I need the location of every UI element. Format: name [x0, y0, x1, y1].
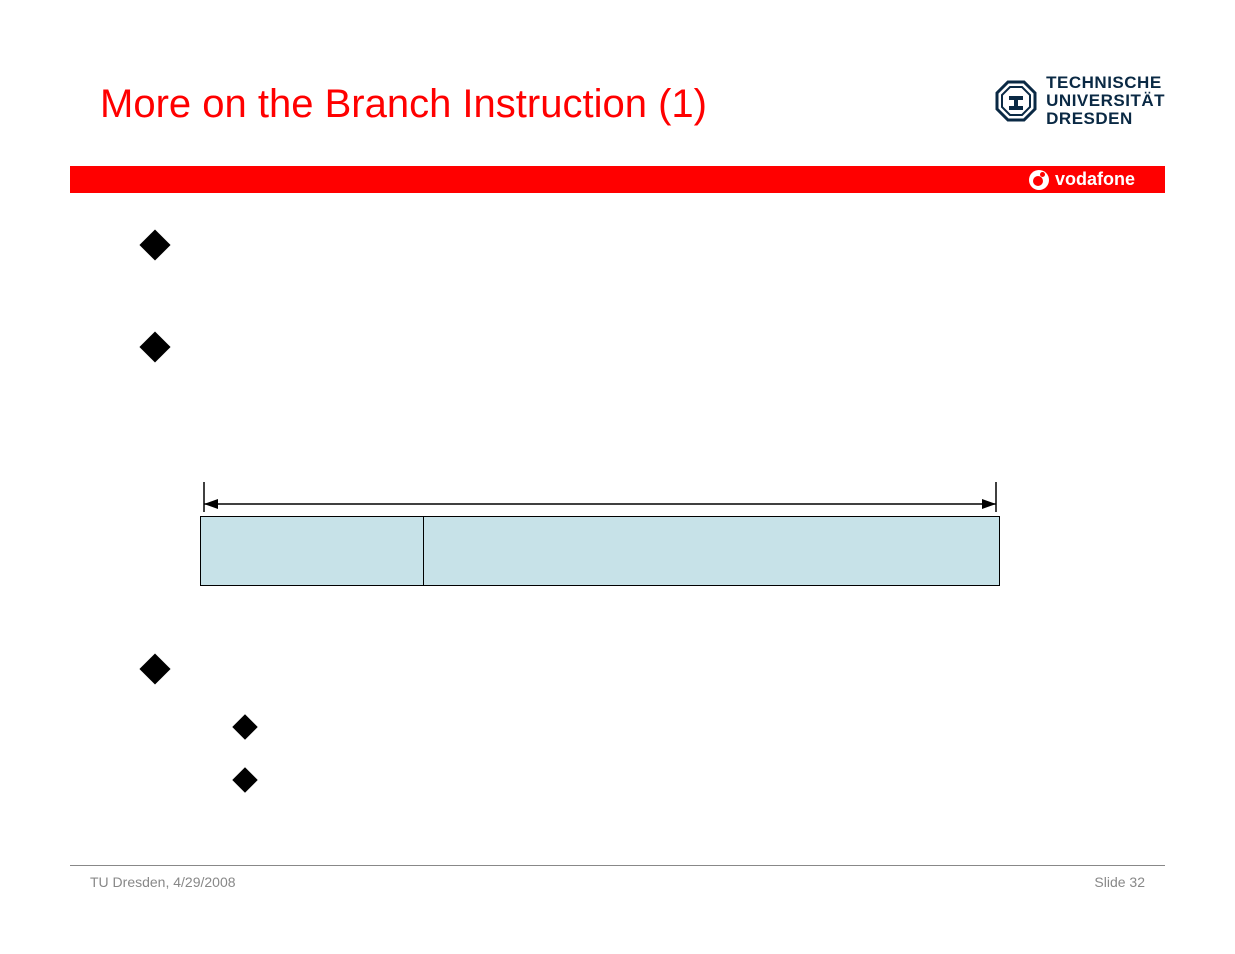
- bullet-1: [100, 228, 182, 256]
- instruction-format-diagram: [200, 478, 1000, 586]
- tud-logo-text: TECHNISCHE UNIVERSITÄT DRESDEN: [1046, 74, 1165, 128]
- slide-container: More on the Branch Instruction (1) TECHN…: [0, 0, 1235, 954]
- bullet-3: [100, 652, 182, 680]
- vodafone-logo: vodafone: [1029, 169, 1135, 190]
- bullet-4: [100, 712, 270, 736]
- red-bar: vodafone: [70, 166, 1165, 193]
- vodafone-text: vodafone: [1055, 169, 1135, 190]
- double-arrow-icon: [200, 478, 1000, 516]
- diamond-bullet-icon: [139, 331, 170, 362]
- offset-field: [424, 516, 1000, 586]
- tud-line2: UNIVERSITÄT: [1046, 92, 1165, 110]
- instruction-fields: [200, 516, 1000, 586]
- diamond-bullet-icon: [139, 653, 170, 684]
- diamond-bullet-icon: [139, 229, 170, 260]
- width-arrow: [200, 478, 1000, 516]
- diamond-bullet-icon: [232, 767, 257, 792]
- slide-title: More on the Branch Instruction (1): [100, 82, 707, 127]
- footer-slide-number: 32: [1129, 874, 1145, 890]
- tud-line3: DRESDEN: [1046, 110, 1165, 128]
- tud-octagon-icon: [994, 79, 1038, 123]
- vodafone-icon: [1029, 170, 1049, 190]
- footer-right: Slide 32: [1094, 874, 1145, 890]
- footer-divider: [70, 865, 1165, 866]
- tud-logo: TECHNISCHE UNIVERSITÄT DRESDEN: [994, 74, 1165, 128]
- footer-left: TU Dresden, 4/29/2008: [90, 874, 236, 890]
- footer-slide-prefix: Slide: [1094, 874, 1129, 890]
- bullet-2: [100, 330, 182, 358]
- opcode-field: [200, 516, 424, 586]
- bullet-5: [100, 765, 270, 789]
- diamond-bullet-icon: [232, 714, 257, 739]
- tud-line1: TECHNISCHE: [1046, 74, 1165, 92]
